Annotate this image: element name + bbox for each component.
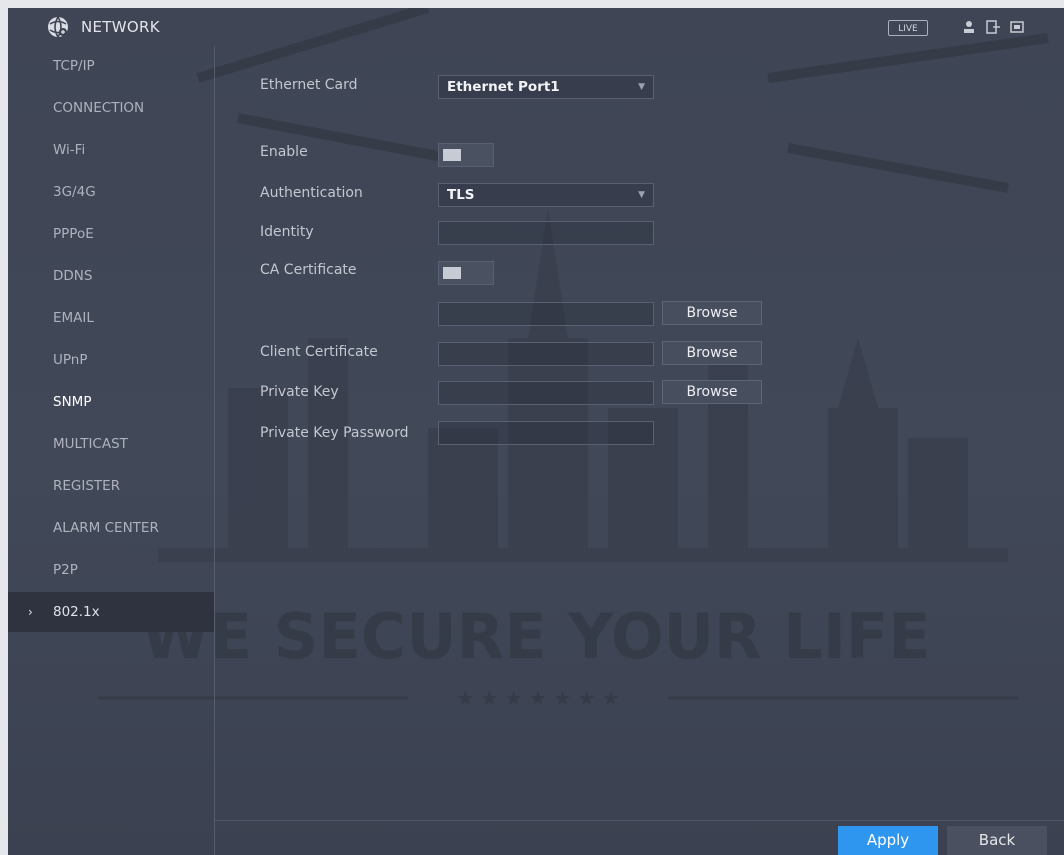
toggle-knob xyxy=(443,267,461,279)
exit-icon[interactable] xyxy=(985,19,1001,35)
identity-input[interactable] xyxy=(438,221,654,245)
authentication-select[interactable]: TLS ▼ xyxy=(438,183,654,207)
sidebar-item-label: PPPoE xyxy=(53,226,94,242)
ethernet-card-select[interactable]: Ethernet Port1 ▼ xyxy=(438,75,654,99)
apply-button[interactable]: Apply xyxy=(838,826,938,855)
sidebar-item-label: ALARM CENTER xyxy=(53,520,159,536)
sidebar-item-label: 802.1x xyxy=(53,604,100,620)
client-certificate-browse-button[interactable]: Browse xyxy=(662,341,762,365)
sidebar-item-label: 3G/4G xyxy=(53,184,96,200)
top-bar: NETWORK LIVE xyxy=(8,8,1064,46)
sidebar-item-wifi[interactable]: Wi-Fi xyxy=(8,130,214,170)
sidebar-item-tcpip[interactable]: TCP/IP xyxy=(8,46,214,86)
screen-lock-icon[interactable] xyxy=(1009,19,1025,35)
sidebar-item-ddns[interactable]: DDNS xyxy=(8,256,214,296)
private-key-password-input[interactable] xyxy=(438,421,654,445)
sidebar-nav: TCP/IP CONNECTION Wi-Fi 3G/4G PPPoE DDNS… xyxy=(8,46,214,855)
ethernet-card-label: Ethernet Card xyxy=(260,77,358,93)
private-key-password-label: Private Key Password xyxy=(260,425,409,441)
private-key-label: Private Key xyxy=(260,384,339,400)
sidebar-item-label: DDNS xyxy=(53,268,93,284)
client-certificate-path-input[interactable] xyxy=(438,342,654,366)
toggle-knob xyxy=(443,149,461,161)
ethernet-card-value: Ethernet Port1 xyxy=(447,79,560,95)
sidebar-item-snmp[interactable]: SNMP xyxy=(8,382,214,422)
sidebar-item-multicast[interactable]: MULTICAST xyxy=(8,424,214,464)
sidebar-item-register[interactable]: REGISTER xyxy=(8,466,214,506)
ca-certificate-label: CA Certificate xyxy=(260,262,357,278)
chevron-right-icon: › xyxy=(28,605,33,619)
sidebar-item-label: Wi-Fi xyxy=(53,142,86,158)
authentication-label: Authentication xyxy=(260,185,363,201)
client-certificate-label: Client Certificate xyxy=(260,344,378,360)
watermark-slogan: WE SECURE YOUR LIFE xyxy=(141,600,930,673)
ca-certificate-browse-button[interactable]: Browse xyxy=(662,301,762,325)
user-icon[interactable] xyxy=(961,19,977,35)
enable-toggle[interactable] xyxy=(438,143,494,167)
watermark-stars: ★ ★ ★ ★ ★ ★ ★ xyxy=(456,686,620,710)
live-button[interactable]: LIVE xyxy=(888,20,928,36)
authentication-value: TLS xyxy=(447,187,475,203)
identity-label: Identity xyxy=(260,224,314,240)
sidebar-item-label: TCP/IP xyxy=(53,58,95,74)
app-window: WE SECURE YOUR LIFE ★ ★ ★ ★ ★ ★ ★ NETWOR… xyxy=(8,8,1064,855)
sidebar-divider xyxy=(214,46,215,855)
sidebar-item-label: UPnP xyxy=(53,352,88,368)
ca-certificate-toggle[interactable] xyxy=(438,261,494,285)
sidebar-item-3g4g[interactable]: 3G/4G xyxy=(8,172,214,212)
sidebar-item-upnp[interactable]: UPnP xyxy=(8,340,214,380)
caret-down-icon: ▼ xyxy=(638,82,645,92)
sidebar-item-email[interactable]: EMAIL xyxy=(8,298,214,338)
sidebar-item-label: EMAIL xyxy=(53,310,94,326)
network-globe-icon xyxy=(48,16,68,38)
private-key-path-input[interactable] xyxy=(438,381,654,405)
private-key-browse-button[interactable]: Browse xyxy=(662,380,762,404)
back-button[interactable]: Back xyxy=(947,826,1047,855)
caret-down-icon: ▼ xyxy=(638,190,645,200)
sidebar-item-label: CONNECTION xyxy=(53,100,145,116)
sidebar-item-label: P2P xyxy=(53,562,78,578)
ca-certificate-path-input[interactable] xyxy=(438,302,654,326)
page-title: NETWORK xyxy=(81,18,160,36)
sidebar-item-label: MULTICAST xyxy=(53,436,128,452)
sidebar-item-label: SNMP xyxy=(53,394,92,410)
sidebar-item-p2p[interactable]: P2P xyxy=(8,550,214,590)
sidebar-item-8021x[interactable]: › 802.1x xyxy=(8,592,214,632)
sidebar-item-alarm-center[interactable]: ALARM CENTER xyxy=(8,508,214,548)
sidebar-item-label: REGISTER xyxy=(53,478,121,494)
sidebar-item-pppoe[interactable]: PPPoE xyxy=(8,214,214,254)
enable-label: Enable xyxy=(260,144,308,160)
footer-divider xyxy=(215,820,1064,821)
sidebar-item-connection[interactable]: CONNECTION xyxy=(8,88,214,128)
